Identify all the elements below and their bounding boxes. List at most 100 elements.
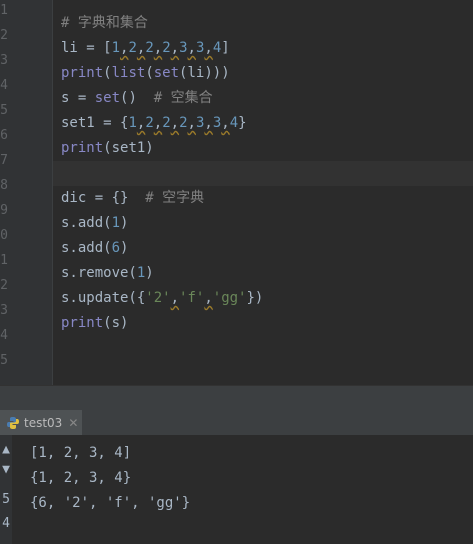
code-token: ) [120,240,129,256]
console-gutter-marker[interactable]: 4 [0,517,10,531]
code-token: print [61,315,104,331]
code-line: s.update({'2','f','gg'}) [61,286,473,311]
code-token: s.update({ [61,290,146,306]
close-icon[interactable]: ✕ [68,416,78,430]
code-token: ( [145,65,154,81]
code-token: 'gg' [212,290,247,306]
code-token: 2 [162,40,171,56]
line-number: 3 [0,303,8,318]
code-editor[interactable]: 123456789012345 # 字典和集合 li = [1,2,2,2,3,3… [0,0,473,385]
line-number: 1 [0,3,8,18]
code-token: 'f' [179,290,205,306]
console-gutter-marker[interactable]: 5 [0,493,10,507]
code-token: 6 [111,240,121,256]
code-token: 3 [179,40,188,56]
code-token: set [153,65,180,81]
code-token: , [153,115,163,131]
code-line: s.add(1) [61,211,473,236]
code-token: (set1) [103,140,154,156]
code-token: dic = {} [61,190,146,206]
panel-splitter[interactable] [0,385,473,411]
code-line: set1 = {1,2,2,2,3,3,4} [61,111,473,136]
run-tool-window-tabs: test03 ✕ [0,410,473,436]
code-token: s = [61,90,95,106]
code-token: , [204,115,213,131]
code-token: ] [221,40,230,56]
code-token: , [170,290,180,306]
code-token: , [187,40,196,56]
code-token: , [153,40,163,56]
line-number: 9 [0,203,8,218]
line-number-gutter: 1 2 3 4 5 6 7 8 9 0 1 2 3 4 5 [0,0,53,385]
code-token: , [204,40,213,56]
code-token: 2 [145,40,154,56]
line-number: 5 [0,103,8,118]
console-output-line: {6, '2', 'f', 'gg'} [30,495,191,511]
code-token: # 空字典 [145,190,205,206]
code-token: set1 = { [61,115,129,131]
line-number: 3 [0,53,8,68]
code-token: 2 [179,115,188,131]
run-tab-test03[interactable]: test03 ✕ [0,410,82,435]
code-token: , [170,40,180,56]
code-token: 4 [229,115,239,131]
code-token: , [204,290,213,306]
code-token: s.add( [61,215,112,231]
line-number: 2 [0,28,8,43]
line-number: 1 [0,253,8,268]
code-line: dic = {} # 空字典 [61,186,473,211]
line-number: 5 [0,353,8,368]
console-output-line: [1, 2, 3, 4] [30,445,132,461]
code-token: } [238,115,247,131]
line-number: 7 [0,153,8,168]
code-token: 3 [212,115,222,131]
code-token: (li))) [179,65,230,81]
code-line: # 字典和集合 [61,11,473,36]
line-number: 6 [0,128,8,143]
line-number: 4 [0,328,8,343]
code-token: , [170,115,180,131]
code-token: }) [246,290,264,306]
code-token: 4 [212,40,222,56]
code-token: () [120,90,154,106]
line-number: 2 [0,278,8,293]
code-token: # 字典和集合 [61,15,148,31]
code-line: print(list(set(li))) [61,61,473,86]
console-output-line: {1, 2, 3, 4} [30,470,132,486]
code-line: s.remove(1) [61,261,473,286]
code-token: 1 [111,40,121,56]
code-line: s.add(6) [61,236,473,261]
code-token: 2 [145,115,154,131]
code-token: ( [103,65,112,81]
console-gutter-marker[interactable]: ▲ [0,443,10,457]
code-token: # 空集合 [153,90,213,106]
code-line: s = set() # 空集合 [61,86,473,111]
line-number: 4 [0,78,8,93]
code-token: list [111,65,146,81]
code-line: li = [1,2,2,2,3,3,4] [61,36,473,61]
code-area[interactable]: # 字典和集合 li = [1,2,2,2,3,3,4] print(list(se… [61,11,473,361]
code-line: print(s) [61,311,473,336]
code-token: 2 [162,115,171,131]
code-token: 1 [128,115,137,131]
run-tab-label: test03 [24,415,63,430]
run-console[interactable]: ▲ ▼ 5 4 [1, 2, 3, 4] {1, 2, 3, 4} {6, '2', 'f… [0,435,473,544]
code-token: s.add( [61,240,112,256]
line-number: 8 [0,178,8,193]
code-token: ) [145,265,154,281]
console-gutter-marker[interactable]: ▼ [0,463,10,477]
code-token: print [61,65,104,81]
code-token: 1 [111,215,121,231]
console-output: [1, 2, 3, 4] {1, 2, 3, 4} {6, '2', 'f', 'g… [30,441,190,516]
code-line: print(set1) [61,136,473,161]
code-token: , [187,115,196,131]
line-number: 0 [0,228,8,243]
code-token: , [221,115,230,131]
code-token: '2' [145,290,171,306]
code-token: li = [ [61,40,112,56]
code-token: (s) [103,315,129,331]
code-token: s.remove( [61,265,137,281]
code-token: ) [120,215,129,231]
